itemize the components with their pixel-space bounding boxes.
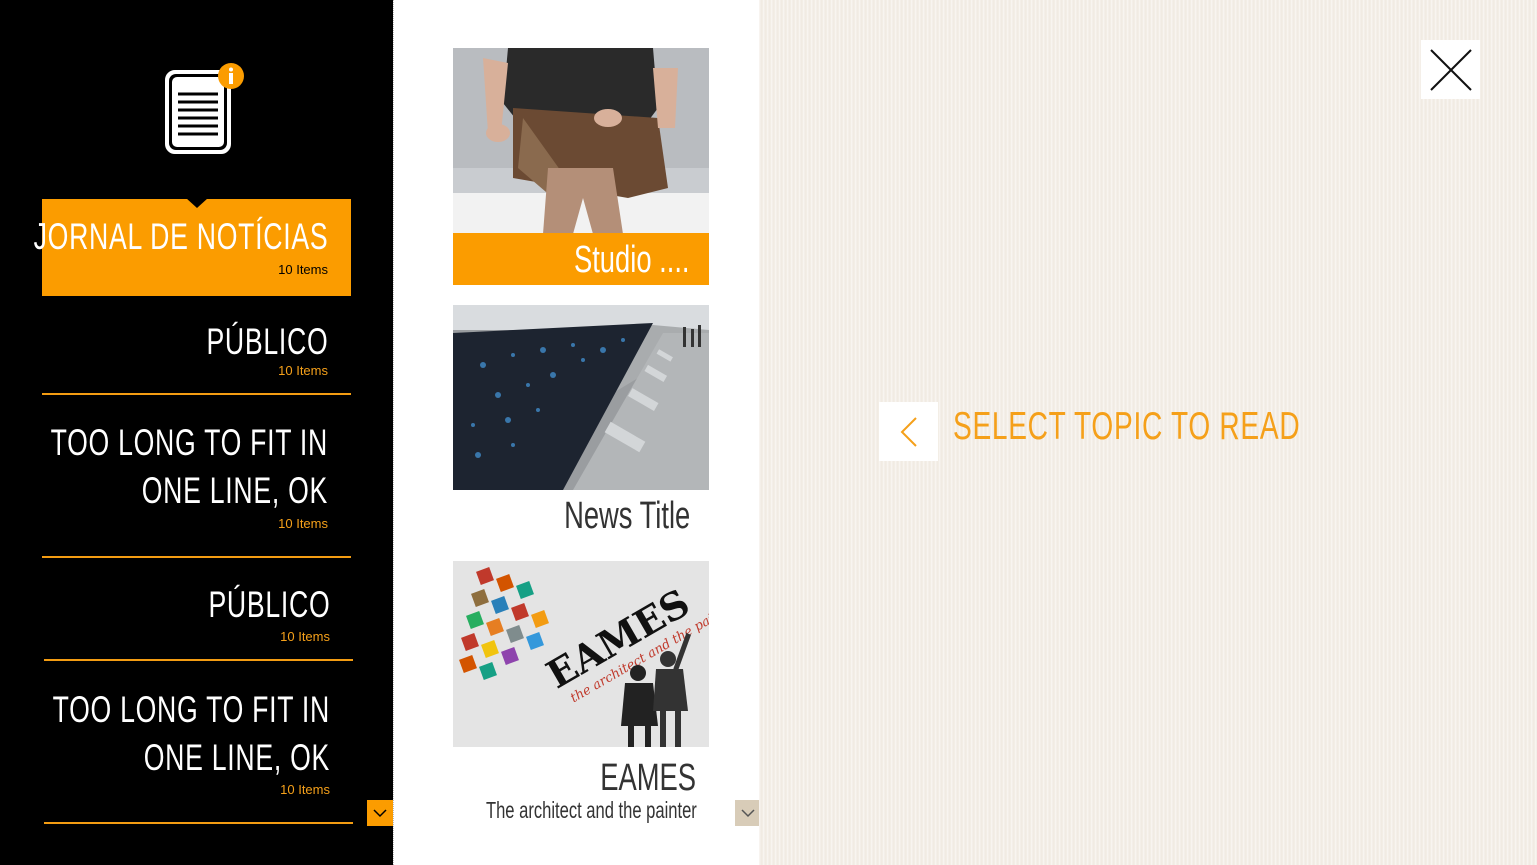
- feed-item-jornal-de-noticias[interactable]: JORNAL DE NOTÍCIAS 10 Items: [33, 198, 351, 296]
- selection-pointer: [186, 198, 208, 208]
- articles-scroll-down-button[interactable]: [735, 800, 759, 826]
- info-icon: [218, 63, 244, 89]
- chevron-down-icon: [741, 809, 755, 818]
- article-card[interactable]: EAMES the architect and the painter EAME…: [453, 561, 709, 831]
- divider: [44, 659, 353, 661]
- back-button[interactable]: [879, 402, 938, 461]
- feed-title: PÚBLICO: [208, 584, 330, 625]
- feed-item-publico[interactable]: PÚBLICO 10 Items: [42, 300, 351, 395]
- select-topic-prompt: SELECT TOPIC TO READ: [953, 405, 1301, 448]
- feed-item-publico-2[interactable]: PÚBLICO 10 Items: [44, 567, 353, 661]
- close-icon: [1429, 48, 1472, 91]
- news-document-icon: [164, 62, 246, 156]
- feed-count: 10 Items: [278, 516, 328, 531]
- divider: [42, 556, 351, 558]
- divider: [44, 822, 353, 824]
- feed-item-too-long[interactable]: TOO LONG TO FIT IN ONE LINE, OK 10 Items: [42, 401, 351, 558]
- article-list: Studio .... News Title EAMES the archite…: [393, 0, 759, 865]
- chevron-down-icon: [373, 809, 387, 818]
- blue-mosaic-wall-photo: [453, 305, 709, 490]
- divider: [42, 393, 351, 395]
- article-card[interactable]: Studio ....: [453, 48, 709, 286]
- feed-item-too-long-2[interactable]: TOO LONG TO FIT IN ONE LINE, OK 10 Items: [44, 668, 353, 824]
- article-title: News Title: [563, 495, 690, 537]
- eames-poster: EAMES the architect and the painter: [453, 561, 709, 747]
- chevron-left-icon: [900, 416, 917, 447]
- feed-title: JORNAL DE NOTÍCIAS: [33, 216, 328, 257]
- feed-count: 10 Items: [278, 363, 328, 378]
- feed-count: 10 Items: [278, 262, 328, 277]
- feed-title: PÚBLICO: [206, 321, 328, 362]
- feed-count: 10 Items: [280, 629, 330, 644]
- article-title: EAMES: [600, 757, 696, 799]
- feed-count: 10 Items: [280, 782, 330, 797]
- article-card[interactable]: News Title: [453, 305, 709, 545]
- sidebar-scroll-down-button[interactable]: [367, 800, 393, 826]
- feed-title: TOO LONG TO FIT IN ONE LINE, OK: [52, 689, 330, 778]
- feed-sidebar: JORNAL DE NOTÍCIAS 10 Items PÚBLICO 10 I…: [0, 0, 393, 865]
- close-button[interactable]: [1421, 40, 1480, 99]
- article-title: Studio ....: [574, 239, 690, 281]
- feed-title: TOO LONG TO FIT IN ONE LINE, OK: [50, 422, 328, 511]
- woman-sitting-photo: [453, 48, 709, 234]
- reading-pane: SELECT TOPIC TO READ: [759, 0, 1537, 865]
- article-subtitle: The architect and the painter: [486, 797, 697, 823]
